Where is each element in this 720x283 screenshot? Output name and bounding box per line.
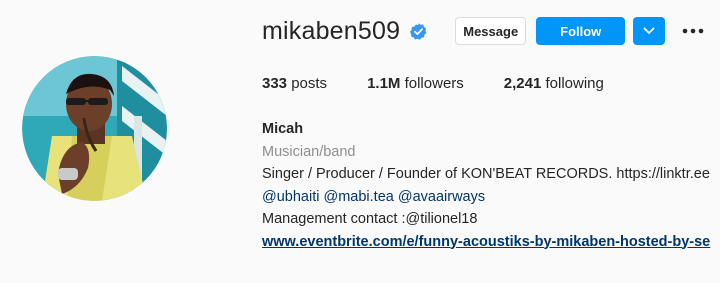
- chevron-down-icon: [643, 27, 655, 34]
- suggested-dropdown-button[interactable]: [633, 17, 666, 45]
- followers-stat[interactable]: 1.1M followers: [367, 75, 464, 92]
- username: mikaben509: [262, 16, 401, 45]
- followers-label: followers: [404, 75, 464, 92]
- mention-link[interactable]: @ubhaiti: [262, 189, 319, 205]
- posts-count: 333: [262, 75, 288, 92]
- category-label: Musician/band: [262, 143, 356, 160]
- avatar[interactable]: [22, 56, 167, 201]
- message-button[interactable]: Message: [455, 17, 527, 45]
- bio-mentions: @ubhaiti @mabi.tea @avaairways: [262, 186, 710, 209]
- follow-button[interactable]: Follow: [536, 17, 626, 45]
- more-options-icon: [682, 28, 704, 34]
- profile-stats: 333 posts 1.1M followers 2,241 following: [262, 75, 644, 92]
- profile-page: mikaben509 Message Follow 333 posts 1.1M…: [0, 0, 720, 283]
- external-link[interactable]: www.eventbrite.com/e/funny-acoustiks-by-…: [262, 231, 710, 254]
- bio-line: Singer / Producer / Founder of KON'BEAT …: [262, 166, 710, 182]
- more-options-button[interactable]: [681, 19, 705, 43]
- posts-label: posts: [291, 75, 328, 92]
- posts-stat: 333 posts: [262, 75, 327, 92]
- profile-bio: Micah Musician/band Singer / Producer / …: [262, 118, 710, 253]
- management-contact: Management contact :@tilionel18: [262, 211, 478, 227]
- following-label: following: [545, 75, 604, 92]
- profile-header: mikaben509 Message Follow: [262, 14, 705, 48]
- verified-badge-icon: [409, 22, 428, 41]
- mention-link[interactable]: @mabi.tea: [323, 189, 393, 205]
- followers-count: 1.1M: [367, 75, 401, 92]
- display-name: Micah: [262, 121, 304, 137]
- following-count: 2,241: [503, 75, 542, 92]
- mention-link[interactable]: @avaairways: [398, 189, 485, 205]
- following-stat[interactable]: 2,241 following: [504, 75, 604, 92]
